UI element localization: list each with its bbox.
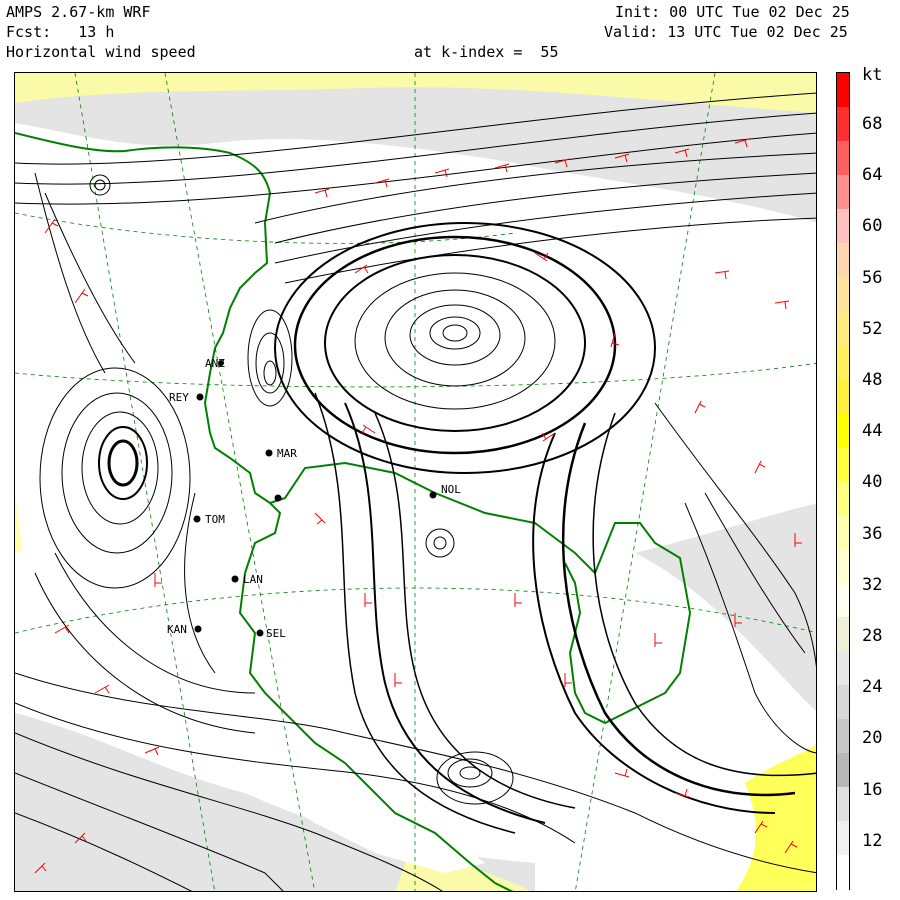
station-label-kan: KAN bbox=[167, 623, 187, 636]
colorbar-tick-label: 36 bbox=[862, 523, 883, 544]
colorbar-tick-label: 64 bbox=[862, 165, 883, 186]
colorbar-tick-label: 24 bbox=[862, 677, 883, 698]
colorbar-segment bbox=[837, 311, 849, 346]
colorbar bbox=[836, 72, 850, 890]
station-anz[interactable]: ANZ bbox=[205, 357, 225, 370]
colorbar-tick-label: 32 bbox=[862, 574, 883, 595]
colorbar-segment bbox=[837, 651, 849, 686]
model-title: AMPS 2.67-km WRF bbox=[6, 3, 151, 21]
colorbar-segment bbox=[837, 821, 849, 856]
colorbar-segment bbox=[837, 345, 849, 380]
colorbar-tick-label: 28 bbox=[862, 626, 883, 646]
colorbar-tick-label: 16 bbox=[862, 779, 883, 800]
colorbar-unit: kt bbox=[862, 65, 883, 85]
colorbar-segment bbox=[837, 107, 849, 142]
field-name: Horizontal wind speed bbox=[6, 43, 196, 61]
colorbar-segment bbox=[837, 481, 849, 516]
station-label-lan: LAN bbox=[243, 573, 263, 586]
colorbar-segment bbox=[837, 719, 849, 754]
colorbar-segment bbox=[837, 413, 849, 448]
init-time: Init: 00 UTC Tue 02 Dec 25 bbox=[615, 3, 850, 21]
colorbar-tick-label: 60 bbox=[862, 216, 883, 237]
colorbar-segment bbox=[837, 175, 849, 210]
forecast-hour: Fcst: 13 h bbox=[6, 23, 115, 41]
colorbar-segment bbox=[837, 549, 849, 584]
station-label-nol: NOL bbox=[441, 483, 461, 496]
colorbar-segment bbox=[837, 243, 849, 278]
colorbar-segment bbox=[837, 277, 849, 312]
colorbar-segment bbox=[837, 753, 849, 788]
station-label-sel: SEL bbox=[266, 627, 286, 640]
vertical-level: at k-index = 55 bbox=[414, 43, 559, 61]
colorbar-segment bbox=[837, 515, 849, 550]
colorbar-segment bbox=[837, 685, 849, 720]
colorbar-segment bbox=[837, 855, 849, 890]
station-mar[interactable]: MAR bbox=[265, 447, 298, 460]
colorbar-tick-label: 52 bbox=[862, 318, 883, 339]
colorbar-tick-label: 44 bbox=[862, 421, 883, 442]
colorbar-tick-label: 68 bbox=[862, 114, 883, 134]
station-label-mar: MAR bbox=[277, 447, 297, 460]
station-label-rey: REY bbox=[169, 391, 189, 404]
colorbar-segment bbox=[837, 73, 849, 108]
station-sel[interactable]: SEL bbox=[256, 627, 287, 640]
colorbar-tick-label: 48 bbox=[862, 370, 883, 390]
colorbar-segment bbox=[837, 209, 849, 244]
station-label-anz: ANZ bbox=[205, 357, 225, 370]
colorbar-segment bbox=[837, 141, 849, 176]
colorbar-tick-label: 56 bbox=[862, 267, 883, 288]
colorbar-tick-label: 20 bbox=[862, 728, 883, 749]
wind-map: ANZ REY MAR TOM LAN KAN SEL NOL bbox=[15, 73, 816, 891]
colorbar-segment bbox=[837, 617, 849, 652]
colorbar-tick-label: 40 bbox=[862, 472, 883, 493]
station-label-tom: TOM bbox=[205, 513, 225, 526]
colorbar-segment bbox=[837, 447, 849, 482]
colorbar-tick-label: 12 bbox=[862, 830, 883, 851]
colorbar-segment bbox=[837, 379, 849, 414]
colorbar-segment bbox=[837, 787, 849, 822]
map-panel: ANZ REY MAR TOM LAN KAN SEL NOL bbox=[14, 72, 817, 892]
colorbar-segment bbox=[837, 583, 849, 618]
station-marker-unlabeled bbox=[274, 494, 282, 502]
valid-time: Valid: 13 UTC Tue 02 Dec 25 bbox=[604, 23, 848, 41]
